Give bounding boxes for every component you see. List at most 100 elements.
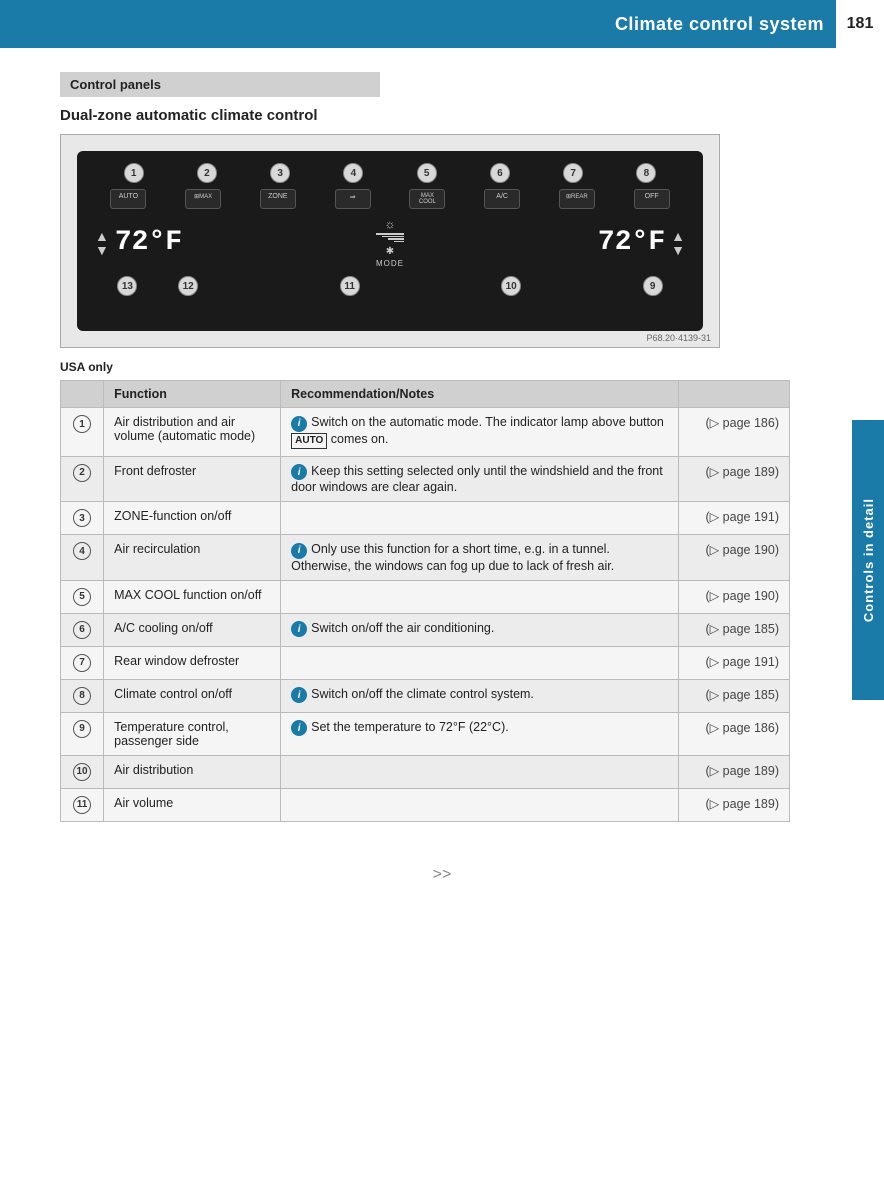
info-icon: i xyxy=(291,543,307,559)
row-page-cell: (▷ page 186) xyxy=(679,712,790,755)
rec-text: Set the temperature to 72°F (22°C). xyxy=(311,720,509,734)
btn-zone: ZONE xyxy=(260,189,296,209)
table-row: 5MAX COOL function on/off(▷ page 190) xyxy=(61,580,790,613)
row-page-cell: (▷ page 189) xyxy=(679,788,790,821)
ref-code: P68.20·4139-31 xyxy=(646,333,711,343)
btn-ac: A/C xyxy=(484,189,520,209)
row-recommendation-cell xyxy=(281,646,679,679)
row-num-cell: 8 xyxy=(61,679,104,712)
row-function-cell: A/C cooling on/off xyxy=(104,613,281,646)
row-circle-num: 8 xyxy=(73,687,91,705)
side-tab-label: Controls in detail xyxy=(861,498,876,622)
info-icon: i xyxy=(291,687,307,703)
btn-col-1: 1 xyxy=(124,163,144,183)
row-recommendation-cell xyxy=(281,788,679,821)
top-numbers-row: 1 2 3 4 5 6 7 xyxy=(87,163,693,183)
temp-right-display: ▲ ▼ 72°F xyxy=(598,227,685,258)
rec-text-after: comes on. xyxy=(327,432,388,446)
row-circle-num: 7 xyxy=(73,654,91,672)
btn-off: OFF xyxy=(634,189,670,209)
btn-col-7: 7 xyxy=(563,163,583,183)
page-number: 181 xyxy=(836,0,884,48)
mode-label: MODE xyxy=(376,259,404,268)
row-function-cell: ZONE-function on/off xyxy=(104,502,281,535)
btn-col-2: 2 xyxy=(197,163,217,183)
center-display: ☼ ✱ MODE xyxy=(376,217,404,268)
section-header: Control panels xyxy=(60,72,380,97)
row-num-cell: 10 xyxy=(61,755,104,788)
left-temp-arrows: ▲ ▼ xyxy=(95,229,109,257)
circle-10: 10 xyxy=(501,276,521,296)
table-row: 11 Air volume (▷ page 189) xyxy=(61,788,790,821)
row-circle-num: 11 xyxy=(73,796,91,814)
row-function-cell: Front defroster xyxy=(104,456,281,502)
row-num-cell: 4 xyxy=(61,535,104,581)
left-arrow-down-icon: ▼ xyxy=(95,243,109,257)
circle-11: 11 xyxy=(340,276,360,296)
rec-text: Switch on/off the air conditioning. xyxy=(311,621,494,635)
circle-1: 1 xyxy=(124,163,144,183)
auto-badge: AUTO xyxy=(291,433,327,449)
panel-inner: 1 2 3 4 5 6 7 xyxy=(77,151,703,331)
row-recommendation-cell: i Switch on/off the climate control syste… xyxy=(281,679,679,712)
button-labels-row: AUTO ⊞MAX ZONE ⇒ MAXCOOL A/C ⊞REAR OFF xyxy=(87,185,693,213)
row-recommendation-cell: iSwitch on the automatic mode. The indic… xyxy=(281,408,679,457)
row-circle-num: 2 xyxy=(73,464,91,482)
row-circle-num: 6 xyxy=(73,621,91,639)
btn-col-8: 8 xyxy=(636,163,656,183)
info-icon: i xyxy=(291,621,307,637)
row-recommendation-cell: iOnly use this function for a short time… xyxy=(281,535,679,581)
row-function-cell: Air recirculation xyxy=(104,535,281,581)
row-num-cell: 1 xyxy=(61,408,104,457)
row-function-cell: Air distribution xyxy=(104,755,281,788)
btn-col-4: 4 xyxy=(343,163,363,183)
row-function-cell: MAX COOL function on/off xyxy=(104,580,281,613)
row-function-cell: Air volume xyxy=(104,788,281,821)
row-recommendation-cell: iKeep this setting selected only until t… xyxy=(281,456,679,502)
usa-only-label: USA only xyxy=(60,360,780,374)
circle-3: 3 xyxy=(270,163,290,183)
table-row: 10Air distribution(▷ page 189) xyxy=(61,755,790,788)
row-num-cell: 7 xyxy=(61,646,104,679)
col-header-num xyxy=(61,381,104,408)
col-header-recommendation: Recommendation/Notes xyxy=(281,381,679,408)
row-function-cell: Climate control on/off xyxy=(104,679,281,712)
table-row: 4Air recirculationiOnly use this functio… xyxy=(61,535,790,581)
row-page-cell: (▷ page 191) xyxy=(679,502,790,535)
row-page-cell: (▷ page 185) xyxy=(679,613,790,646)
row-page-cell: (▷ page 186) xyxy=(679,408,790,457)
info-icon: i xyxy=(291,720,307,736)
row-page-cell: (▷ page 185) xyxy=(679,679,790,712)
circle-4: 4 xyxy=(343,163,363,183)
table-row: 8 Climate control on/off i Switch on/off th… xyxy=(61,679,790,712)
circle-12: 12 xyxy=(178,276,198,296)
row-num-cell: 5 xyxy=(61,580,104,613)
btn-max: ⊞MAX xyxy=(185,189,221,209)
circle-8: 8 xyxy=(636,163,656,183)
row-num-cell: 6 xyxy=(61,613,104,646)
circle-6: 6 xyxy=(490,163,510,183)
temp-display-row: ▲ ▼ 72°F ☼ ✱ MODE xyxy=(87,213,693,272)
fan-lines xyxy=(376,233,404,242)
right-arrow-down-icon: ▼ xyxy=(671,243,685,257)
btn-auto: AUTO xyxy=(110,189,146,209)
subsection-title: Dual-zone automatic climate control xyxy=(60,107,780,124)
circle-9: 9 xyxy=(643,276,663,296)
bottom-nav: >> xyxy=(0,846,884,904)
row-num-cell: 9 xyxy=(61,712,104,755)
table-row: 9Temperature control, passenger sideiSet… xyxy=(61,712,790,755)
bottom-numbers-row: 13 12 11 10 9 xyxy=(87,276,693,296)
rec-text: Keep this setting selected only until th… xyxy=(291,464,663,495)
main-content: Control panels Dual-zone automatic clima… xyxy=(0,48,840,846)
btn-col-6: 6 xyxy=(490,163,510,183)
row-circle-num: 1 xyxy=(73,415,91,433)
btn-col-3: 3 xyxy=(270,163,290,183)
row-num-cell: 2 xyxy=(61,456,104,502)
circle-5: 5 xyxy=(417,163,437,183)
table-row: 7Rear window defroster(▷ page 191) xyxy=(61,646,790,679)
header-bar: Climate control system 181 xyxy=(0,0,884,48)
row-recommendation-cell xyxy=(281,502,679,535)
row-recommendation-cell: i Switch on/off the air conditioning. xyxy=(281,613,679,646)
row-circle-num: 10 xyxy=(73,763,91,781)
rec-text: Switch on/off the climate control system… xyxy=(311,687,534,701)
